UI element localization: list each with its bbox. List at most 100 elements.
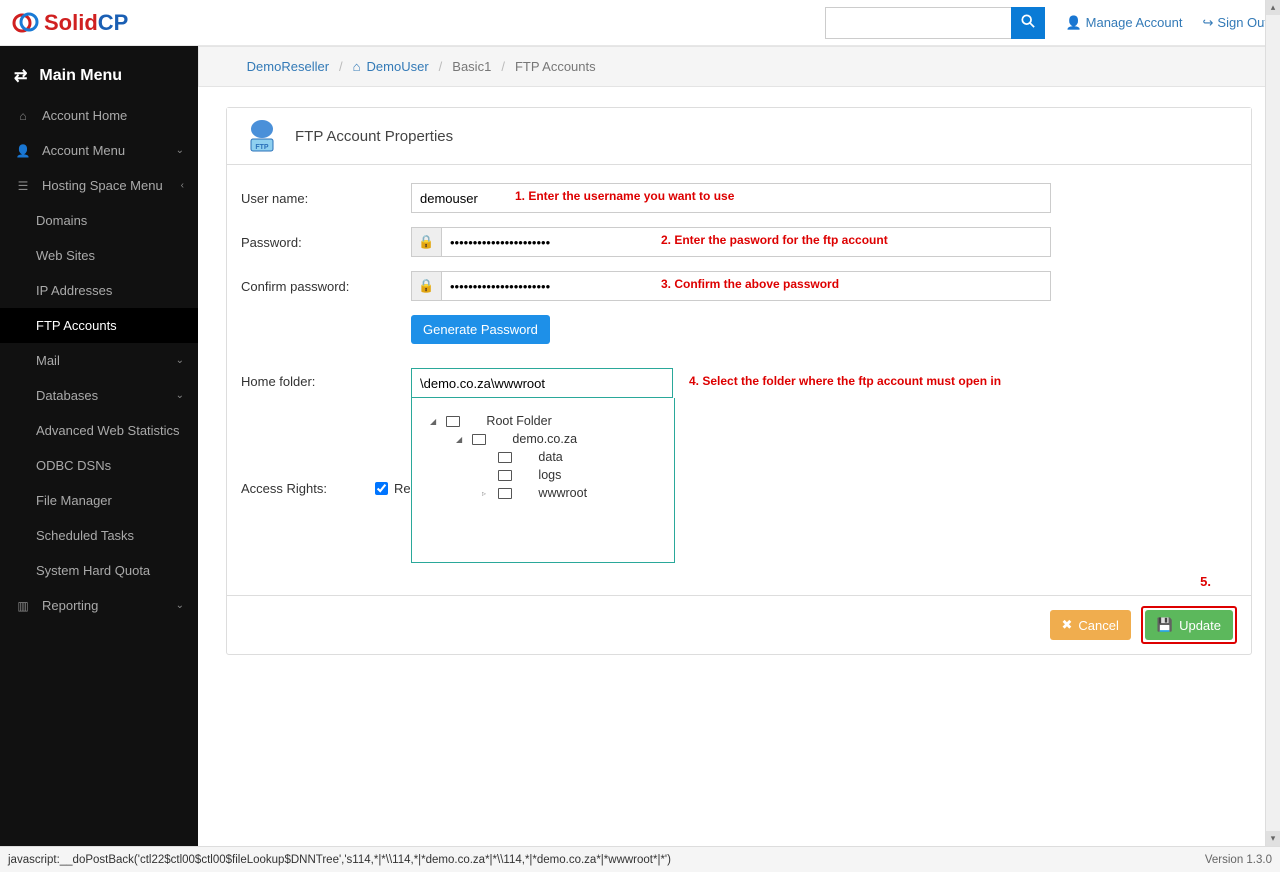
hint-4: 4. Select the folder where the ftp accou… <box>689 374 1001 388</box>
sidebar-item-scheduled-tasks[interactable]: Scheduled Tasks <box>0 518 198 553</box>
status-js-text: javascript:__doPostBack('ctl22$ctl00$ctl… <box>8 854 671 866</box>
tree-root[interactable]: ◢ Root Folder <box>430 412 664 430</box>
update-label: Update <box>1179 618 1221 633</box>
access-rights-option: Re <box>394 481 411 496</box>
tree-wwwroot[interactable]: ▹ wwwroot <box>430 484 664 502</box>
search-input[interactable] <box>825 7 1011 39</box>
sidebar: ⇄ Main Menu ⌂Account Home 👤 Account Menu ⌄… <box>0 46 198 846</box>
folder-tree: ◢ Root Folder ◢ demo.co.za ▸ data ▸ logs… <box>411 398 675 563</box>
ftp-properties-panel: FTP FTP Account Properties User name: 1.… <box>226 107 1252 655</box>
logo[interactable]: SolidCP <box>12 10 128 36</box>
manage-account-link[interactable]: 👤 Manage Account <box>1065 15 1182 31</box>
tree-node-label: Root Folder <box>486 414 551 428</box>
manage-account-label: Manage Account <box>1086 15 1183 30</box>
home-folder-input[interactable] <box>411 368 673 398</box>
sidebar-item-ip-addresses[interactable]: IP Addresses <box>0 273 198 308</box>
breadcrumb-demouser[interactable]: DemoUser <box>367 59 429 74</box>
lock-icon: 🔒 <box>411 227 441 257</box>
panel-title: FTP Account Properties <box>295 128 453 145</box>
main-menu-header: ⇄ Main Menu <box>0 54 198 98</box>
chart-icon: ▥ <box>14 599 32 613</box>
home-icon: ⌂ <box>14 109 32 123</box>
scroll-track[interactable] <box>1266 15 1280 831</box>
sidebar-item-websites[interactable]: Web Sites <box>0 238 198 273</box>
tree-logs[interactable]: ▸ logs <box>430 466 664 484</box>
username-input[interactable] <box>411 183 1051 213</box>
sidebar-item-domains[interactable]: Domains <box>0 203 198 238</box>
version-text: Version 1.3.0 <box>1205 854 1272 866</box>
cancel-label: Cancel <box>1078 618 1118 633</box>
sidebar-item-hosting-space[interactable]: ☰ Hosting Space Menu ‹ <box>0 168 198 203</box>
breadcrumb-basic1: Basic1 <box>452 59 491 74</box>
scroll-down-arrow[interactable]: ▾ <box>1266 831 1280 846</box>
tree-node-label: wwwroot <box>538 486 587 500</box>
sidebar-item-label: ODBC DSNs <box>36 458 111 473</box>
chevron-down-icon: ⌄ <box>176 145 184 156</box>
close-icon: ✖ <box>1062 617 1073 633</box>
tree-node-label: data <box>538 450 562 464</box>
tree-node-label: demo.co.za <box>512 432 577 446</box>
search-button[interactable] <box>1011 7 1045 39</box>
save-icon: 💾 <box>1157 617 1173 633</box>
main-menu-title: Main Menu <box>39 67 122 85</box>
folder-icon <box>498 488 512 499</box>
folder-icon <box>498 452 512 463</box>
search-icon <box>1021 14 1035 28</box>
tree-data[interactable]: ▸ data <box>430 448 664 466</box>
breadcrumb-demoreseller[interactable]: DemoReseller <box>247 59 329 74</box>
scrollbar[interactable]: ▴ ▾ <box>1265 0 1280 846</box>
sidebar-item-label: File Manager <box>36 493 112 508</box>
update-button[interactable]: 💾 Update <box>1145 610 1233 640</box>
home-icon: ⌂ <box>353 59 361 74</box>
cancel-button[interactable]: ✖ Cancel <box>1050 610 1131 640</box>
sidebar-item-label: Advanced Web Statistics <box>36 423 180 438</box>
sidebar-item-label: Account Menu <box>42 143 125 158</box>
topbar: SolidCP 👤 Manage Account ↪ Sign Out <box>0 0 1280 46</box>
sidebar-item-label: Hosting Space Menu <box>42 178 163 193</box>
sidebar-item-account-menu[interactable]: 👤 Account Menu ⌄ <box>0 133 198 168</box>
sidebar-item-label: IP Addresses <box>36 283 112 298</box>
folder-icon <box>498 470 512 481</box>
generate-password-button[interactable]: Generate Password <box>411 315 550 344</box>
confirm-password-input[interactable] <box>441 271 1051 301</box>
username-label: User name: <box>241 191 411 206</box>
sidebar-item-adv-web-stats[interactable]: Advanced Web Statistics <box>0 413 198 448</box>
sidebar-item-odbc-dsns[interactable]: ODBC DSNs <box>0 448 198 483</box>
confirm-password-label: Confirm password: <box>241 279 411 294</box>
password-label: Password: <box>241 235 411 250</box>
sidebar-item-label: Domains <box>36 213 87 228</box>
sidebar-item-label: Web Sites <box>36 248 95 263</box>
chevron-left-icon: ‹ <box>181 180 184 191</box>
chevron-down-icon: ⌄ <box>176 600 184 611</box>
breadcrumb-ftp-accounts: FTP Accounts <box>515 59 596 74</box>
lock-icon: 🔒 <box>411 271 441 301</box>
access-rights-checkbox[interactable] <box>375 482 388 495</box>
sidebar-item-reporting[interactable]: ▥ Reporting ⌄ <box>0 588 198 623</box>
panel-footer: 5. ✖ Cancel 💾 Update <box>227 595 1251 654</box>
hint-5: 5. <box>1200 574 1211 589</box>
sidebar-item-system-hard-quota[interactable]: System Hard Quota <box>0 553 198 588</box>
sidebar-item-label: Reporting <box>42 598 98 613</box>
logo-text-2: CP <box>98 10 129 36</box>
svg-text:FTP: FTP <box>255 144 269 151</box>
status-bar: javascript:__doPostBack('ctl22$ctl00$ctl… <box>0 846 1280 872</box>
sign-out-label: Sign Out <box>1217 15 1268 30</box>
search-box <box>825 7 1045 39</box>
tree-node-label: logs <box>538 468 561 482</box>
sidebar-item-file-manager[interactable]: File Manager <box>0 483 198 518</box>
user-icon: 👤 <box>1065 15 1081 31</box>
scroll-up-arrow[interactable]: ▴ <box>1266 0 1280 15</box>
password-input[interactable] <box>441 227 1051 257</box>
list-icon: ☰ <box>14 179 32 193</box>
sidebar-item-label: Mail <box>36 353 60 368</box>
sidebar-item-account-home[interactable]: ⌂Account Home <box>0 98 198 133</box>
sign-out-link[interactable]: ↪ Sign Out <box>1203 15 1269 31</box>
home-folder-label: Home folder: <box>241 368 411 389</box>
sidebar-item-ftp-accounts[interactable]: FTP Accounts <box>0 308 198 343</box>
sidebar-item-label: System Hard Quota <box>36 563 150 578</box>
sidebar-item-databases[interactable]: Databases⌄ <box>0 378 198 413</box>
sidebar-item-mail[interactable]: Mail⌄ <box>0 343 198 378</box>
tree-demo-co-za[interactable]: ◢ demo.co.za <box>430 430 664 448</box>
logo-icon <box>12 11 40 35</box>
user-icon: 👤 <box>14 144 32 158</box>
